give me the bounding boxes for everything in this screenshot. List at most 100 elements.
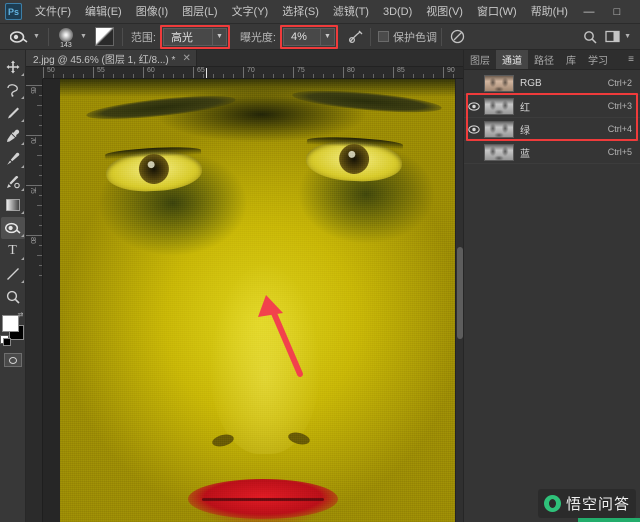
menu-item-select[interactable]: 选择(S) — [275, 0, 326, 24]
image-canvas[interactable] — [60, 79, 463, 522]
move-tool[interactable] — [1, 56, 25, 78]
eyedropper-tool[interactable] — [1, 125, 25, 147]
ruler-label: 65 — [197, 67, 205, 74]
menu-item-filter[interactable]: 滤镜(T) — [326, 0, 376, 24]
brush-size-value: 143 — [60, 41, 72, 49]
ruler-label: 75 — [297, 67, 305, 74]
menu-item-layer[interactable]: 图层(L) — [175, 0, 224, 24]
channel-name: 红 — [520, 102, 530, 114]
tab-channels[interactable]: 通道 — [496, 50, 528, 69]
menu-item-window[interactable]: 窗口(W) — [470, 0, 524, 24]
exposure-dropdown[interactable]: 4% ▼ — [283, 27, 335, 46]
channel-name: 绿 — [520, 125, 530, 137]
range-dropdown[interactable]: 高光 ▼ — [162, 27, 227, 46]
channel-row-red[interactable]: 红 Ctrl+3 — [464, 95, 640, 118]
ruler-minor-tick — [383, 74, 384, 78]
horizontal-ruler[interactable]: 50 55 60 65 70 75 80 85 90 — [43, 67, 463, 79]
ruler-major-tick — [26, 185, 42, 186]
menu-bar: Ps 文件(F) 编辑(E) 图像(I) 图层(L) 文字(Y) 选择(S) 滤… — [0, 0, 640, 24]
channel-thumbnail — [484, 120, 514, 138]
document-tab[interactable]: 2.jpg @ 45.6% (图层 1, 红/8...) * ✕ — [26, 50, 197, 66]
foreground-color-swatch[interactable] — [1, 315, 19, 332]
channel-shortcut: Ctrl+3 — [607, 101, 632, 111]
channel-name: RGB — [520, 77, 542, 89]
divider — [370, 27, 371, 46]
clone-stamp-tool[interactable] — [1, 171, 25, 193]
lasso-tool[interactable] — [1, 79, 25, 101]
search-icon[interactable] — [579, 27, 601, 47]
exposure-chevron-down-icon: ▼ — [320, 28, 334, 45]
tab-learn[interactable]: 学习 — [582, 50, 614, 69]
ruler-minor-tick — [83, 74, 84, 78]
brush-size-preview[interactable]: 143 — [53, 26, 79, 49]
ruler-minor-tick — [53, 74, 54, 78]
workspace-chevron-down-icon[interactable]: ▼ — [624, 33, 631, 40]
channel-thumbnail — [484, 97, 514, 115]
divider — [121, 27, 123, 46]
ruler-minor-tick — [323, 74, 324, 78]
ruler-minor-tick — [273, 74, 274, 78]
wukong-logo-icon — [543, 495, 561, 512]
default-colors-icon[interactable] — [0, 335, 11, 346]
brush-panel-toggle-icon[interactable] — [94, 27, 114, 46]
visibility-eye-icon[interactable] — [464, 101, 484, 111]
menu-item-type[interactable]: 文字(Y) — [225, 0, 276, 24]
divider — [47, 27, 49, 46]
menu-item-image[interactable]: 图像(I) — [129, 0, 175, 24]
ruler-minor-tick — [453, 74, 454, 78]
ruler-label: 70 — [247, 67, 255, 74]
channel-row-green[interactable]: 绿 Ctrl+4 — [464, 118, 640, 141]
menu-item-edit[interactable]: 编辑(E) — [78, 0, 129, 24]
gradient-tool[interactable] — [1, 194, 25, 216]
vertical-ruler[interactable]: 65 70 75 80 — [26, 67, 43, 522]
ruler-major-tick — [26, 235, 42, 236]
protect-tones-checkbox-group[interactable]: 保护色调 — [378, 29, 437, 45]
dodge-tool-icon[interactable] — [6, 27, 32, 47]
menu-item-help[interactable]: 帮助(H) — [524, 0, 575, 24]
tab-layers[interactable]: 图层 — [464, 50, 496, 69]
close-icon[interactable]: ✕ — [182, 53, 190, 64]
maximize-button[interactable]: □ — [603, 0, 631, 24]
tool-preset-chevron-icon[interactable]: ▼ — [33, 33, 40, 40]
quick-mask-button[interactable] — [3, 353, 22, 367]
tab-libraries[interactable]: 库 — [560, 50, 582, 69]
workspace-switcher-icon[interactable] — [601, 27, 623, 47]
protect-tones-checkbox[interactable] — [378, 31, 389, 42]
menu-item-file[interactable]: 文件(F) — [28, 0, 78, 24]
dodge-tool[interactable] — [0, 217, 25, 239]
channel-row-rgb[interactable]: RGB Ctrl+2 — [464, 72, 640, 95]
type-tool[interactable]: T — [1, 240, 25, 262]
ruler-minor-tick — [303, 74, 304, 78]
exposure-value: 4% — [291, 30, 307, 43]
zoom-tool[interactable] — [1, 286, 25, 308]
swap-colors-icon[interactable]: ⇄ — [18, 311, 26, 319]
ruler-minor-tick — [353, 74, 354, 78]
channel-row-blue[interactable]: 蓝 Ctrl+5 — [464, 141, 640, 164]
healing-brush-tool[interactable] — [1, 102, 25, 124]
ruler-minor-tick — [153, 74, 154, 78]
ruler-major-tick — [393, 67, 394, 78]
canvas-area[interactable] — [43, 79, 463, 522]
panel-menu-icon[interactable]: ≡ — [622, 50, 640, 69]
close-button[interactable]: ✕ — [631, 0, 640, 24]
ruler-minor-tick — [103, 74, 104, 78]
airbrush-icon[interactable] — [344, 27, 366, 47]
brush-tool[interactable] — [1, 148, 25, 170]
color-swatches: ⇄ — [0, 312, 26, 346]
minimize-button[interactable]: — — [575, 0, 603, 24]
options-bar: ▼ 143 ▼ 范围: 高光 ▼ 曝光度: 4% ▼ 保护色调 ▼ — [0, 24, 640, 50]
ruler-corner — [26, 67, 43, 79]
menu-item-3d[interactable]: 3D(D) — [376, 0, 419, 24]
exposure-highlight-box: 4% ▼ — [280, 24, 338, 49]
range-value: 高光 — [170, 31, 193, 44]
ruler-major-tick — [26, 85, 42, 86]
ruler-minor-tick — [203, 74, 204, 78]
visibility-eye-icon[interactable] — [464, 124, 484, 134]
window-controls: — □ ✕ — [575, 0, 640, 24]
ruler-minor-tick — [433, 74, 434, 78]
channel-shortcut: Ctrl+2 — [607, 78, 632, 88]
brush-preset-chevron-icon[interactable]: ▼ — [80, 33, 87, 40]
ruler-minor-tick — [173, 74, 174, 78]
tab-paths[interactable]: 路径 — [528, 50, 560, 69]
line-tool[interactable] — [1, 263, 25, 285]
